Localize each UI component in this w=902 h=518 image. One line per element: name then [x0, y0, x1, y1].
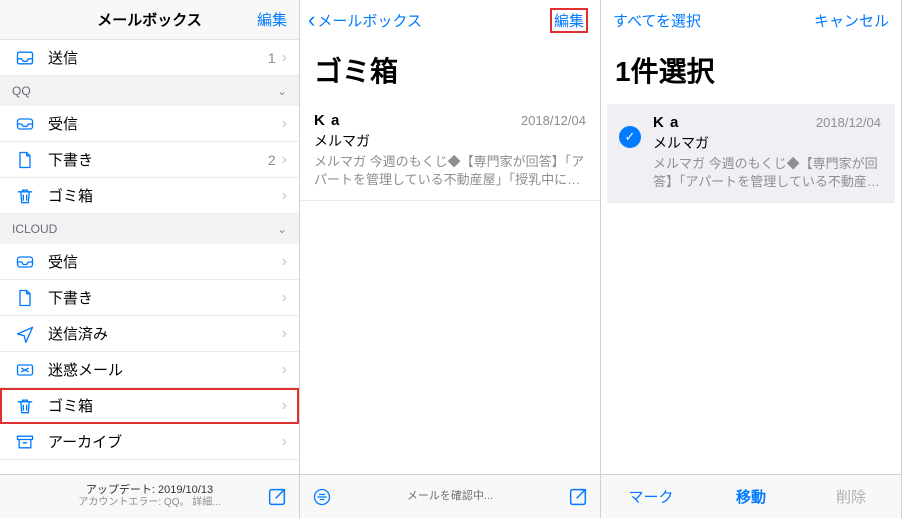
chevron-right-icon: ›: [282, 289, 287, 307]
mailbox-row-qq-drafts[interactable]: 下書き 2 ›: [0, 142, 299, 178]
sync-status: アップデート: 2019/10/13 アカウントエラー: QQ。 詳細...: [44, 484, 255, 509]
junk-icon: [14, 360, 36, 380]
checkmark-icon[interactable]: ✓: [619, 126, 641, 148]
mailbox-row-icloud-trash[interactable]: ゴミ箱 ›: [0, 388, 299, 424]
chevron-left-icon: ‹: [308, 9, 315, 31]
trash-header: ‹ メールボックス 編集: [300, 0, 600, 40]
chevron-right-icon: ›: [282, 397, 287, 415]
trash-footer: メールを確認中...: [300, 474, 600, 518]
message-date: 2018/12/04: [816, 115, 881, 130]
selection-title: 1件選択: [601, 40, 901, 102]
sync-status-line2: アカウントエラー: QQ。 詳細...: [44, 497, 255, 509]
sync-status-line1: アップデート: 2019/10/13: [44, 484, 255, 497]
archive-icon: [14, 432, 36, 452]
mailbox-row-qq-trash[interactable]: ゴミ箱 ›: [0, 178, 299, 214]
cancel-button[interactable]: キャンセル: [814, 10, 889, 31]
chevron-right-icon: ›: [282, 187, 287, 205]
section-icloud[interactable]: ICLOUD ⌄: [0, 214, 299, 244]
mailboxes-list: 送信 1 › QQ ⌄ 受信 › 下書き 2 › ゴミ箱 › ICLOUD ⌄: [0, 40, 299, 474]
mailbox-row-icloud-inbox[interactable]: 受信 ›: [0, 244, 299, 280]
chevron-right-icon: ›: [282, 325, 287, 343]
mailbox-label: ゴミ箱: [48, 185, 282, 206]
section-qq-label: QQ: [12, 84, 31, 98]
mailboxes-title: メールボックス: [97, 9, 202, 30]
tray-out-icon: [14, 48, 36, 68]
inbox-icon: [14, 114, 36, 134]
move-button[interactable]: 移動: [701, 486, 801, 507]
mailbox-label: 下書き: [48, 149, 268, 170]
trash-title: ゴミ箱: [300, 40, 600, 102]
compose-button[interactable]: [255, 486, 299, 508]
trash-icon: [14, 396, 36, 416]
delete-button[interactable]: 削除: [801, 486, 901, 507]
mailbox-count: 2: [268, 152, 276, 168]
mailbox-label: アーカイブ: [48, 431, 282, 452]
message-list: K a 2018/12/04 メルマガ メルマガ 今週のもくじ◆【専門家が回答】…: [300, 102, 600, 474]
message-row[interactable]: K a 2018/12/04 メルマガ メルマガ 今週のもくじ◆【専門家が回答】…: [300, 102, 600, 201]
filter-button[interactable]: [300, 487, 344, 507]
selection-header: すべてを選択 キャンセル: [601, 0, 901, 40]
chevron-right-icon: ›: [282, 49, 287, 67]
mailbox-label: 受信: [48, 113, 282, 134]
mark-button[interactable]: マーク: [601, 486, 701, 507]
mailbox-label: 迷惑メール: [48, 359, 282, 380]
message-subject: メルマガ: [653, 133, 881, 153]
message-date: 2018/12/04: [521, 113, 586, 128]
plane-icon: [14, 324, 36, 344]
back-label: メールボックス: [317, 10, 422, 31]
message-list: ✓ K a 2018/12/04 メルマガ メルマガ 今週のもくじ◆【専門家が回…: [601, 102, 901, 474]
checking-status: メールを確認中...: [344, 490, 556, 503]
chevron-down-icon: ⌄: [277, 222, 287, 236]
chevron-right-icon: ›: [282, 361, 287, 379]
mailbox-label: ゴミ箱: [48, 395, 282, 416]
doc-icon: [14, 150, 36, 170]
mailboxes-header: メールボックス 編集: [0, 0, 299, 40]
mailbox-label: 受信: [48, 251, 282, 272]
compose-button[interactable]: [556, 486, 600, 508]
mailbox-row-icloud-sent[interactable]: 送信済み ›: [0, 316, 299, 352]
chevron-right-icon: ›: [282, 253, 287, 271]
trash-icon: [14, 186, 36, 206]
chevron-down-icon: ⌄: [277, 84, 287, 98]
mailbox-row-qq-inbox[interactable]: 受信 ›: [0, 106, 299, 142]
mailbox-row-icloud-drafts[interactable]: 下書き ›: [0, 280, 299, 316]
trash-list-pane: ‹ メールボックス 編集 ゴミ箱 K a 2018/12/04 メルマガ メルマ…: [300, 0, 601, 518]
chevron-right-icon: ›: [282, 433, 287, 451]
mailbox-row-icloud-junk[interactable]: 迷惑メール ›: [0, 352, 299, 388]
message-from: K a: [314, 112, 340, 129]
edit-button[interactable]: 編集: [257, 9, 287, 30]
doc-icon: [14, 288, 36, 308]
mailbox-label: 送信: [48, 47, 268, 68]
mailbox-label: 下書き: [48, 287, 282, 308]
message-from: K a: [653, 114, 679, 131]
mailboxes-footer: アップデート: 2019/10/13 アカウントエラー: QQ。 詳細...: [0, 474, 299, 518]
chevron-right-icon: ›: [282, 115, 287, 133]
back-button[interactable]: ‹ メールボックス: [308, 9, 422, 31]
mailbox-row-outbox[interactable]: 送信 1 ›: [0, 40, 299, 76]
chevron-right-icon: ›: [282, 151, 287, 169]
section-qq[interactable]: QQ ⌄: [0, 76, 299, 106]
mailbox-row-icloud-archive[interactable]: アーカイブ ›: [0, 424, 299, 460]
message-row-selected[interactable]: ✓ K a 2018/12/04 メルマガ メルマガ 今週のもくじ◆【専門家が回…: [607, 104, 895, 203]
mailbox-count: 1: [268, 50, 276, 66]
mailbox-label: 送信済み: [48, 323, 282, 344]
message-preview: メルマガ 今週のもくじ◆【専門家が回答】「アパートを管理している不動産屋」「授乳…: [314, 153, 586, 188]
inbox-icon: [14, 252, 36, 272]
edit-button[interactable]: 編集: [550, 8, 588, 33]
selection-footer: マーク 移動 削除: [601, 474, 901, 518]
message-subject: メルマガ: [314, 131, 586, 151]
select-all-button[interactable]: すべてを選択: [613, 10, 701, 31]
mailboxes-pane: メールボックス 編集 送信 1 › QQ ⌄ 受信 › 下書き 2 › ゴミ箱: [0, 0, 300, 518]
section-icloud-label: ICLOUD: [12, 222, 57, 236]
message-preview: メルマガ 今週のもくじ◆【専門家が回答】「アパートを管理している不動産屋」「…: [653, 155, 881, 190]
selection-pane: すべてを選択 キャンセル 1件選択 ✓ K a 2018/12/04 メルマガ …: [601, 0, 902, 518]
